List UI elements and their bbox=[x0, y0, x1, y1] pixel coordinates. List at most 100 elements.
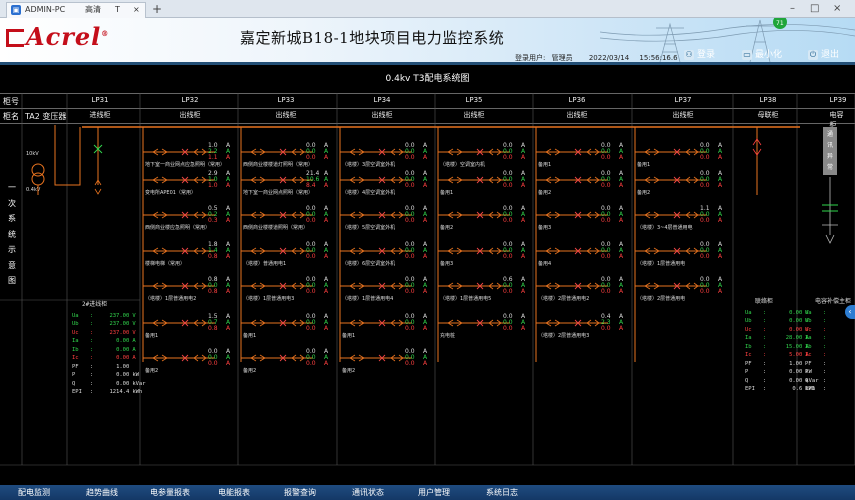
feeder-label: （塔楼）1层普通用电5 bbox=[440, 296, 492, 302]
feeder-current-value: 0.0 bbox=[405, 253, 415, 260]
feeder-label: （塔楼）3层空调室外机 bbox=[342, 162, 396, 168]
feeder-current-value: 0.0 bbox=[405, 154, 415, 161]
feeder-current-value: 0.0 bbox=[306, 217, 316, 224]
feeder-unit: A bbox=[324, 288, 329, 295]
feeder-unit: A bbox=[521, 325, 526, 332]
feeder-label: 楼梯电梯（常用） bbox=[145, 261, 186, 267]
feeder-label: 西侧商业楼楼道照明（常用） bbox=[243, 225, 309, 231]
brand-text: Acrel bbox=[26, 22, 102, 51]
feeder-unit: A bbox=[226, 325, 231, 332]
new-tab-button[interactable]: + bbox=[152, 2, 162, 16]
feeder-unit: A bbox=[521, 217, 526, 224]
time-text: 15:56:16.6 bbox=[639, 54, 678, 62]
comm-error-box[interactable]: 通 讯 异 常 bbox=[823, 127, 837, 175]
feeder-current-value: 0.8 bbox=[208, 288, 218, 295]
feeder-label: 备用2 bbox=[538, 190, 552, 196]
exit-label: 退出 bbox=[821, 50, 840, 60]
feeder-unit: A bbox=[718, 154, 723, 161]
footer-tab[interactable]: 系统日志 bbox=[486, 487, 518, 499]
measure-title: 2#进线柜 bbox=[82, 301, 108, 308]
capacitor-icon bbox=[822, 177, 838, 244]
footer-tab[interactable]: 趋势曲线 bbox=[86, 487, 118, 499]
feeder-unit: A bbox=[226, 360, 231, 367]
feeder-label: （塔楼）普通用电1 bbox=[243, 261, 287, 267]
measure-row: P:0.00 kW bbox=[72, 372, 139, 378]
measure-row: PF:1.00 bbox=[72, 363, 130, 370]
feeder-current-value: 0.0 bbox=[405, 360, 415, 367]
exit-button[interactable]: ⏻ 退出 bbox=[808, 49, 839, 62]
feeder-current-value: 0.0 bbox=[306, 154, 316, 161]
measure-row: Uc: bbox=[805, 326, 827, 333]
login-label: 登录 bbox=[697, 50, 716, 60]
feeder-unit: A bbox=[718, 182, 723, 189]
feeder-current-value: 0.8 bbox=[208, 325, 218, 332]
feeder-current-value: 0.0 bbox=[306, 253, 316, 260]
feeder-current-value: 0.0 bbox=[503, 325, 513, 332]
feeder-label: （塔楼）6层空调室外机 bbox=[342, 261, 396, 267]
browser-tab[interactable]: ▣ ADMIN-PC 高清 T × bbox=[6, 2, 146, 18]
feeder-unit: A bbox=[324, 154, 329, 161]
feeder-unit: A bbox=[324, 325, 329, 332]
window-close-icon[interactable]: × bbox=[833, 2, 841, 16]
feeder-current-value: 0.0 bbox=[405, 217, 415, 224]
tab-extra: T bbox=[115, 5, 120, 14]
feeder-unit: A bbox=[423, 253, 428, 260]
user-name: 管理员 bbox=[551, 54, 573, 62]
footer-tab[interactable]: 配电监测 bbox=[18, 487, 50, 499]
footer-tab[interactable]: 电参量报表 bbox=[150, 487, 190, 499]
feeder-unit: A bbox=[718, 253, 723, 260]
login-button[interactable]: ⚇ 登录 bbox=[684, 49, 715, 62]
feeder-label: （塔楼）2层普通用电 bbox=[637, 296, 686, 302]
feeder-current-value: 0.0 bbox=[306, 288, 316, 295]
diagram-panel: 0.4kv T3配电系统图 柜号 柜名 TA2 变压器 LP31 进线柜 LP32 出… bbox=[0, 65, 855, 485]
feeder-label: （塔楼）1层普通用电 bbox=[637, 261, 686, 267]
feeder-label: 备用2 bbox=[243, 368, 257, 374]
measure-row: Ua:237.00 V bbox=[72, 312, 136, 319]
remote-desktop-icon: ▣ bbox=[11, 5, 21, 15]
user-label: 登录用户: bbox=[515, 54, 546, 62]
measure-row: Q: bbox=[805, 377, 827, 384]
feeder-label: 变电所APE01（常用） bbox=[145, 190, 196, 196]
svg-text:71: 71 bbox=[776, 20, 784, 27]
feeder-label: 备用2 bbox=[440, 225, 454, 231]
feeder-current-value: 0.0 bbox=[601, 288, 611, 295]
feeder-current-value: 0.0 bbox=[601, 217, 611, 224]
feeder-label: 地下室一商业网点照明（常用） bbox=[243, 190, 314, 196]
tab-close-icon[interactable]: × bbox=[133, 3, 140, 17]
feeder-unit: A bbox=[324, 217, 329, 224]
lv-label: 0.4kV bbox=[26, 187, 41, 193]
window-maximize-icon[interactable]: □ bbox=[810, 2, 819, 16]
tab-mode: 高清 bbox=[85, 5, 101, 14]
feeder-label: 备用3 bbox=[440, 261, 454, 267]
footer-tab[interactable]: 电能报表 bbox=[218, 487, 250, 499]
window-minimize-icon[interactable]: – bbox=[790, 2, 795, 16]
browser-tab-bar: ▣ ADMIN-PC 高清 T × + – □ × bbox=[0, 0, 855, 18]
feeder-label: 充电桩 bbox=[440, 333, 456, 339]
feeder-label: （塔楼）1层普通用电3 bbox=[243, 296, 295, 302]
side-scroll-button[interactable]: ‹ bbox=[845, 305, 855, 319]
feeder-label: 备用2 bbox=[145, 368, 159, 374]
feeder-current-value: 0.0 bbox=[700, 253, 710, 260]
exit-icon: ⏻ bbox=[808, 50, 818, 60]
feeder-current-value: 0.0 bbox=[306, 325, 316, 332]
feeder-label: 备用2 bbox=[637, 190, 651, 196]
feeder-label: 备用4 bbox=[538, 261, 552, 267]
feeder-current-value: 0.0 bbox=[503, 154, 513, 161]
feeder-unit: A bbox=[718, 217, 723, 224]
measure-row: Ic: bbox=[805, 352, 827, 358]
footer-tab[interactable]: 通讯状态 bbox=[352, 487, 384, 499]
feeder-unit: A bbox=[423, 288, 428, 295]
feeder-label: （塔楼）1层普通用电4 bbox=[342, 296, 394, 302]
feeder-unit: A bbox=[423, 325, 428, 332]
feeder-label: 备用1 bbox=[637, 162, 651, 168]
feeder-current-value: 0.0 bbox=[503, 288, 513, 295]
feeder-current-value: 0.0 bbox=[601, 325, 611, 332]
measure-row: Ic:0.00 A bbox=[72, 355, 136, 361]
footer-nav: 配电监测 趋势曲线 电参量报表 电能报表 报警查询 通讯状态 用户管理 系统日志 bbox=[0, 485, 855, 500]
footer-tab[interactable]: 用户管理 bbox=[418, 487, 450, 499]
incoming-line bbox=[54, 125, 81, 186]
tab-host: ADMIN-PC bbox=[25, 5, 66, 14]
footer-tab[interactable]: 报警查询 bbox=[284, 487, 316, 499]
minimize-button[interactable]: ▭ 最小化 bbox=[742, 49, 782, 62]
feeder-current-value: 0.0 bbox=[601, 154, 611, 161]
